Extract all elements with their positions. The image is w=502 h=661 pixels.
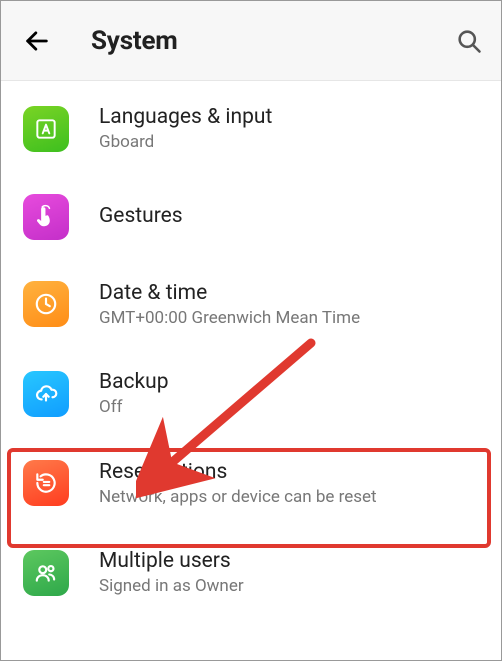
item-title: Multiple users [99, 548, 483, 574]
settings-item-multiple-users[interactable]: Multiple users Signed in as Owner [1, 528, 501, 618]
item-title: Date & time [99, 280, 483, 306]
item-text: Reset options Network, apps or device ca… [99, 459, 483, 509]
item-title: Backup [99, 369, 483, 395]
search-icon [455, 27, 483, 55]
item-title: Gestures [99, 203, 483, 229]
item-subtitle: Off [99, 397, 483, 418]
item-text: Date & time GMT+00:00 Greenwich Mean Tim… [99, 280, 483, 330]
settings-item-languages[interactable]: Languages & input Gboard [1, 84, 501, 174]
settings-item-gestures[interactable]: Gestures [1, 174, 501, 260]
users-icon [23, 550, 69, 596]
item-text: Multiple users Signed in as Owner [99, 548, 483, 598]
reset-icon [23, 460, 69, 506]
item-text: Languages & input Gboard [99, 104, 483, 154]
clock-icon [23, 281, 69, 327]
cloud-backup-icon [23, 371, 69, 417]
item-subtitle: Gboard [99, 132, 483, 153]
item-title: Languages & input [99, 104, 483, 130]
item-subtitle: Network, apps or device can be reset [99, 487, 483, 508]
settings-list: Languages & input Gboard Gestures Date &… [1, 81, 501, 618]
item-subtitle: GMT+00:00 Greenwich Mean Time [99, 308, 483, 329]
search-button[interactable] [455, 27, 483, 55]
settings-item-backup[interactable]: Backup Off [1, 349, 501, 439]
languages-icon [23, 106, 69, 152]
item-text: Backup Off [99, 369, 483, 419]
settings-item-date-time[interactable]: Date & time GMT+00:00 Greenwich Mean Tim… [1, 260, 501, 350]
item-subtitle: Signed in as Owner [99, 576, 483, 597]
arrow-back-icon [23, 27, 51, 55]
item-title: Reset options [99, 459, 483, 485]
back-button[interactable] [23, 27, 51, 55]
settings-item-reset-options[interactable]: Reset options Network, apps or device ca… [1, 439, 501, 529]
app-header: System [1, 1, 501, 81]
item-text: Gestures [99, 203, 483, 229]
gestures-icon [23, 194, 69, 240]
page-title: System [91, 26, 455, 56]
